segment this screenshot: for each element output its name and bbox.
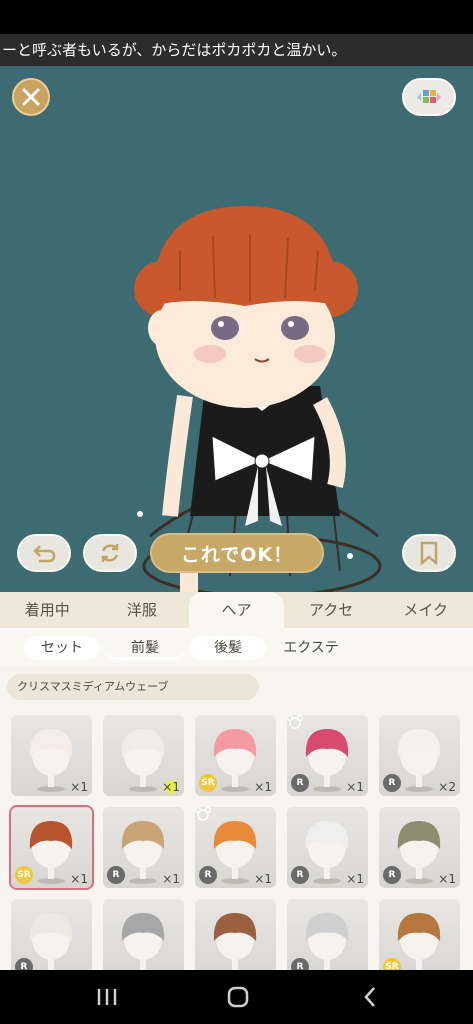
hair-item-card[interactable]: R ×1: [287, 807, 368, 888]
item-count: ×1: [346, 872, 364, 886]
home-icon[interactable]: [226, 985, 250, 1009]
hair-item-card[interactable]: R ×1: [379, 807, 460, 888]
bookmark-icon: [420, 541, 438, 565]
item-count: ×1: [346, 780, 364, 794]
rarity-badge: R: [383, 866, 401, 884]
hair-item-card[interactable]: R ×2: [379, 715, 460, 796]
hair-item-card[interactable]: ×1: [103, 715, 184, 796]
item-count: ×2: [438, 780, 456, 794]
hair-item-card[interactable]: R ×1: [195, 807, 276, 888]
hair-preview: [121, 913, 165, 970]
item-count: ×1: [438, 872, 456, 886]
hair-item-card[interactable]: ×1: [11, 715, 92, 796]
hair-item-card[interactable]: [103, 899, 184, 970]
hair-item-card[interactable]: R ×1: [103, 807, 184, 888]
story-ticker: ーと呼ぶ者もいるが、からだはポカポカと温かい。: [0, 34, 473, 66]
hair-item-card[interactable]: SR: [379, 899, 460, 970]
selected-item-name: クリスマスミディアムウェーブ: [7, 674, 259, 700]
rarity-badge: R: [291, 774, 309, 792]
tab-accessories[interactable]: アクセ: [284, 592, 379, 628]
undo-icon: [33, 545, 56, 563]
avatar-stage: これでOK！: [0, 66, 473, 592]
subtab-back-hair[interactable]: 後髪: [190, 636, 266, 660]
back-icon[interactable]: [362, 985, 378, 1009]
hair-item-card[interactable]: R ×1: [287, 715, 368, 796]
recent-apps-icon[interactable]: [95, 987, 119, 1007]
category-tabs: 着用中 洋服 ヘア アクセ メイク: [0, 592, 473, 628]
hair-preview: [213, 913, 257, 970]
undo-button[interactable]: [17, 534, 71, 572]
tab-clothes[interactable]: 洋服: [95, 592, 190, 628]
rarity-badge: R: [107, 866, 125, 884]
refresh-icon: [101, 544, 119, 562]
tab-wearing[interactable]: 着用中: [0, 592, 95, 628]
avatar-character: [134, 206, 382, 592]
status-bar: [0, 0, 473, 34]
reset-button[interactable]: [83, 534, 137, 572]
item-count: ×1: [254, 872, 272, 886]
rarity-badge: R: [291, 866, 309, 884]
subtab-set[interactable]: セット: [24, 636, 100, 660]
confirm-button[interactable]: これでOK！: [150, 533, 324, 573]
hair-item-card[interactable]: [195, 899, 276, 970]
rarity-badge: SR: [383, 958, 401, 970]
save-bookmark-button[interactable]: [402, 534, 456, 572]
view-toggle-button[interactable]: [402, 78, 456, 116]
subtab-extensions[interactable]: エクステ: [272, 636, 350, 660]
bear-icon: [195, 807, 211, 821]
item-panel: クリスマスミディアムウェーブ ×1 ×1 SR ×1 R ×1 R ×2 SR ×1 R ×1 R ×1 R…: [0, 666, 473, 970]
grid-icon: [417, 90, 441, 103]
item-count: ×1: [254, 780, 272, 794]
item-count: ×1: [162, 780, 180, 794]
item-count: ×1: [70, 780, 88, 794]
hair-item-card[interactable]: R: [11, 899, 92, 970]
rarity-badge: SR: [199, 774, 217, 792]
close-icon: [22, 88, 40, 106]
rarity-badge: SR: [15, 866, 33, 884]
rarity-badge: R: [199, 866, 217, 884]
rarity-badge: R: [15, 958, 33, 970]
hair-item-card[interactable]: SR ×1: [195, 715, 276, 796]
bear-icon: [287, 715, 303, 729]
tab-makeup[interactable]: メイク: [378, 592, 473, 628]
system-nav-bar: [0, 970, 473, 1024]
item-count: ×1: [70, 872, 88, 886]
rarity-badge: R: [383, 774, 401, 792]
tab-hair[interactable]: ヘア: [189, 592, 284, 628]
item-count: ×1: [162, 872, 180, 886]
subtab-bangs[interactable]: 前髪: [104, 636, 186, 660]
rarity-badge: R: [291, 958, 309, 970]
hair-subtabs: セット 前髪 後髪 エクステ: [0, 628, 473, 666]
hair-item-card[interactable]: SR ×1: [9, 805, 94, 890]
hair-item-card[interactable]: R: [287, 899, 368, 970]
close-button[interactable]: [12, 78, 50, 116]
